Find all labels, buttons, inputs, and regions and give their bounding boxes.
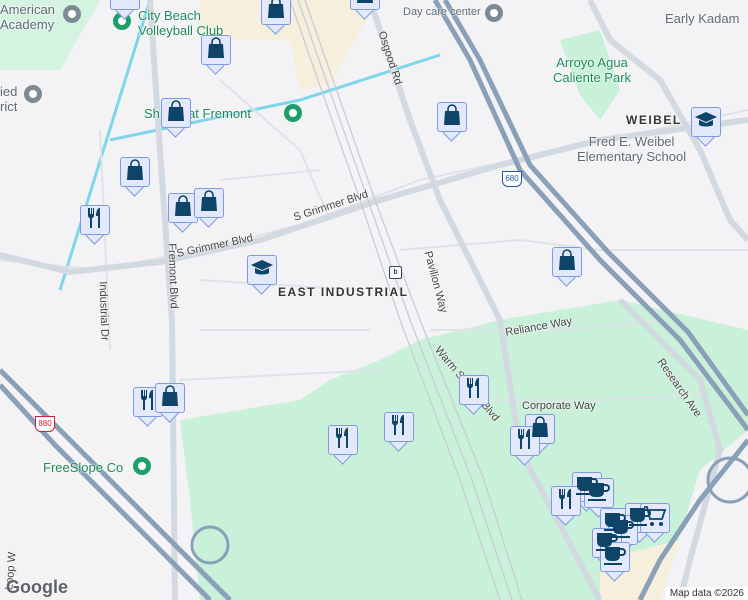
shopping-poi-icon[interactable] (284, 104, 302, 122)
restaurant-icon (389, 414, 409, 441)
restaurant-icon (556, 488, 576, 515)
place-partial-district[interactable]: ied rict (0, 84, 17, 114)
shopping-icon (557, 248, 577, 276)
school-marker[interactable] (247, 255, 277, 295)
shopping-icon (125, 158, 145, 186)
restaurant-icon (333, 427, 353, 454)
shopping-marker[interactable] (350, 0, 380, 20)
google-logo: Google (6, 577, 68, 597)
cart-icon (643, 505, 667, 532)
school-icon (694, 110, 718, 135)
coffee-icon (603, 544, 627, 571)
school-icon (250, 258, 274, 283)
shopping-icon (266, 0, 286, 24)
shopping-icon (199, 189, 219, 217)
day-care-poi-icon[interactable] (485, 4, 503, 22)
shopping-marker[interactable] (261, 0, 291, 35)
shopping-icon (206, 36, 226, 64)
shopping-icon (442, 103, 462, 131)
place-arroyo-park[interactable]: Arroyo Agua Caliente Park (553, 55, 631, 85)
restaurant-icon (85, 207, 105, 234)
map-attribution[interactable]: Map data ©2026 (665, 587, 748, 600)
highway-shield-680: 680 (502, 171, 522, 187)
shopping-icon (160, 384, 180, 412)
place-early-kadam[interactable]: Early Kadam (665, 11, 739, 26)
highway-shield-880: 880 (35, 416, 55, 432)
coffee-marker[interactable] (600, 542, 630, 582)
place-american-academy[interactable]: American Academy (0, 2, 55, 32)
district-weibel: WEIBEL (626, 113, 682, 127)
place-freeslope[interactable]: FreeSlope Co (43, 460, 123, 475)
shopping-icon (355, 0, 375, 9)
restaurant-marker[interactable] (459, 375, 489, 415)
shopping-icon (173, 194, 193, 222)
bus-marker[interactable] (110, 0, 140, 20)
district-east-industrial: EAST INDUSTRIAL (278, 285, 409, 299)
restaurant-icon (464, 377, 484, 404)
shopping-marker[interactable] (194, 188, 224, 228)
shopping-icon (166, 99, 186, 127)
shopping-marker[interactable] (552, 247, 582, 287)
shopping-marker[interactable] (201, 35, 231, 75)
road-industrial: Industrial Dr (96, 281, 111, 341)
road-corporate: Corporate Way (522, 400, 596, 412)
shopping-marker[interactable] (437, 102, 467, 142)
school-marker[interactable] (691, 107, 721, 147)
transit-station-icon[interactable]: b (389, 266, 402, 279)
place-day-care[interactable]: Day care center (403, 6, 481, 18)
school-poi-icon[interactable] (63, 5, 81, 23)
place-city-beach[interactable]: City Beach Volleyball Club (138, 8, 223, 38)
school-poi-icon[interactable] (24, 85, 42, 103)
road-fremont: Fremont Blvd (165, 243, 180, 309)
shopping-marker[interactable] (161, 98, 191, 138)
restaurant-icon (515, 428, 535, 455)
bus-icon (115, 0, 135, 8)
restaurant-marker[interactable] (328, 425, 358, 465)
cart-marker[interactable] (640, 503, 670, 543)
coffee-icon (587, 480, 611, 507)
restaurant-marker[interactable] (80, 205, 110, 245)
shopping-marker[interactable] (155, 383, 185, 423)
shopping-marker[interactable] (120, 157, 150, 197)
business-poi-icon[interactable] (133, 457, 151, 475)
place-fred-weibel[interactable]: Fred E. Weibel Elementary School (577, 134, 686, 164)
restaurant-marker[interactable] (384, 412, 414, 452)
